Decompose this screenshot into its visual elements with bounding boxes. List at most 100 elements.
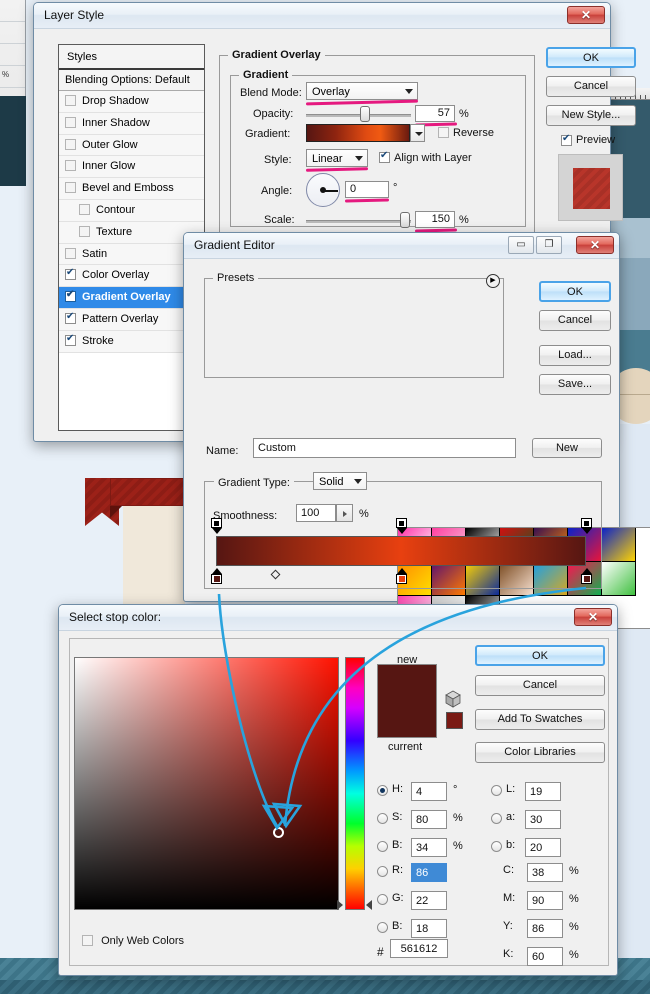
effect-checkbox[interactable] (65, 95, 76, 106)
gradient-bar[interactable] (216, 536, 586, 566)
rgb-radio[interactable] (377, 866, 388, 877)
load-button[interactable]: Load... (539, 345, 611, 366)
cmyk-2-input[interactable]: 86 (527, 919, 563, 938)
effect-checkbox[interactable] (65, 335, 76, 346)
lab-2-label: b: (506, 839, 515, 851)
gradient-preset-swatch[interactable] (602, 562, 636, 596)
rgb-radio[interactable] (377, 894, 388, 905)
ok-button[interactable]: OK (539, 281, 611, 302)
sidebar-item-inner-shadow[interactable]: Inner Shadow (59, 113, 204, 135)
web-safe-cube-icon[interactable] (444, 690, 462, 708)
reverse-checkbox[interactable] (438, 127, 449, 138)
lab-1-input[interactable]: 30 (525, 810, 561, 829)
new-button[interactable]: New (532, 438, 602, 458)
scale-input[interactable]: 150 (415, 211, 455, 228)
lab-2-input[interactable]: 20 (525, 838, 561, 857)
sidebar-item-inner-glow[interactable]: Inner Glow (59, 156, 204, 178)
color-picker-field[interactable] (74, 657, 339, 910)
hsb-1-unit: % (453, 812, 463, 824)
effect-checkbox[interactable] (65, 269, 76, 280)
opacity-slider-track[interactable] (306, 114, 411, 117)
gradient-dropdown-button[interactable] (410, 124, 425, 142)
rgb-1-input[interactable]: 22 (411, 891, 447, 910)
gradient-name-input[interactable]: Custom (253, 438, 516, 458)
align-with-layer-checkbox[interactable] (379, 152, 390, 163)
cancel-button[interactable]: Cancel (539, 310, 611, 331)
color-picker-cursor[interactable] (273, 827, 284, 838)
effect-checkbox[interactable] (65, 291, 76, 302)
cancel-button[interactable]: Cancel (546, 76, 636, 97)
new-style-button[interactable]: New Style... (546, 105, 636, 126)
style-select[interactable]: Linear (306, 149, 368, 167)
cmyk-3-input[interactable]: 60 (527, 947, 563, 966)
opacity-stop[interactable] (581, 518, 592, 534)
ok-button[interactable]: OK (475, 645, 605, 666)
lab-radio[interactable] (491, 813, 502, 824)
smoothness-input[interactable]: 100 (296, 504, 336, 522)
gradient-preview-swatch[interactable] (306, 124, 410, 142)
hsb-2-input[interactable]: 34 (411, 838, 447, 857)
sidebar-item-blending-options[interactable]: Blending Options: Default (59, 70, 204, 91)
rgb-radio[interactable] (377, 922, 388, 933)
effect-checkbox[interactable] (79, 204, 90, 215)
sidebar-item-contour[interactable]: Contour (59, 200, 204, 222)
hsb-radio[interactable] (377, 785, 388, 796)
minimize-icon[interactable]: ▭ (508, 236, 534, 254)
angle-dial[interactable] (306, 173, 340, 207)
scale-slider-thumb[interactable] (400, 212, 410, 228)
add-to-swatches-button[interactable]: Add To Swatches (475, 709, 605, 730)
effect-checkbox[interactable] (65, 313, 76, 324)
effect-checkbox[interactable] (65, 248, 76, 259)
opacity-stop[interactable] (211, 518, 222, 534)
presets-menu-icon[interactable]: ▶ (486, 274, 500, 288)
color-stop[interactable] (396, 568, 407, 584)
hue-slider[interactable] (345, 657, 365, 910)
effect-checkbox[interactable] (65, 182, 76, 193)
hex-input[interactable]: 561612 (390, 939, 448, 958)
ok-button[interactable]: OK (546, 47, 636, 68)
lab-radio[interactable] (491, 841, 502, 852)
scale-slider-track[interactable] (306, 220, 411, 223)
gradient-preset-swatch[interactable] (602, 528, 636, 562)
angle-input[interactable]: 0 (345, 181, 389, 198)
opacity-stop[interactable] (396, 518, 407, 534)
restore-icon[interactable]: ❐ (536, 236, 562, 254)
hsb-radio[interactable] (377, 841, 388, 852)
cmyk-1-input[interactable]: 90 (527, 891, 563, 910)
rgb-2-input[interactable]: 18 (411, 919, 447, 938)
effect-checkbox[interactable] (79, 226, 90, 237)
cmyk-0-input[interactable]: 38 (527, 863, 563, 882)
effect-checkbox[interactable] (65, 117, 76, 128)
color-stop[interactable] (581, 568, 592, 584)
gradient-type-select[interactable]: Solid (313, 472, 367, 490)
hue-slider-marker-right[interactable] (366, 900, 372, 910)
sidebar-item-outer-glow[interactable]: Outer Glow (59, 135, 204, 157)
angle-unit: ° (393, 182, 397, 194)
effect-checkbox[interactable] (65, 139, 76, 150)
only-web-colors-checkbox[interactable] (82, 935, 93, 946)
close-icon[interactable]: ✕ (567, 6, 605, 24)
close-icon[interactable]: ✕ (574, 608, 612, 626)
out-of-gamut-swatch[interactable] (446, 712, 463, 729)
lab-0-input[interactable]: 19 (525, 782, 561, 801)
hue-slider-marker-left[interactable] (337, 900, 343, 910)
cancel-button[interactable]: Cancel (475, 675, 605, 696)
hsb-1-input[interactable]: 80 (411, 810, 447, 829)
opacity-input[interactable]: 57 (415, 105, 455, 122)
sidebar-item-bevel-and-emboss[interactable]: Bevel and Emboss (59, 178, 204, 200)
opacity-slider-thumb[interactable] (360, 106, 370, 122)
lab-radio[interactable] (491, 785, 502, 796)
hsb-radio[interactable] (377, 813, 388, 824)
color-libraries-button[interactable]: Color Libraries (475, 742, 605, 763)
color-stop[interactable] (211, 568, 222, 584)
blend-mode-select[interactable]: Overlay (306, 82, 418, 100)
effect-label: Stroke (82, 335, 114, 347)
smoothness-stepper[interactable] (336, 504, 353, 522)
save-button[interactable]: Save... (539, 374, 611, 395)
preview-checkbox[interactable] (561, 135, 572, 146)
close-icon[interactable]: ✕ (576, 236, 614, 254)
effect-checkbox[interactable] (65, 160, 76, 171)
hsb-0-input[interactable]: 4 (411, 782, 447, 801)
rgb-0-input[interactable]: 86 (411, 863, 447, 882)
sidebar-item-drop-shadow[interactable]: Drop Shadow (59, 91, 204, 113)
